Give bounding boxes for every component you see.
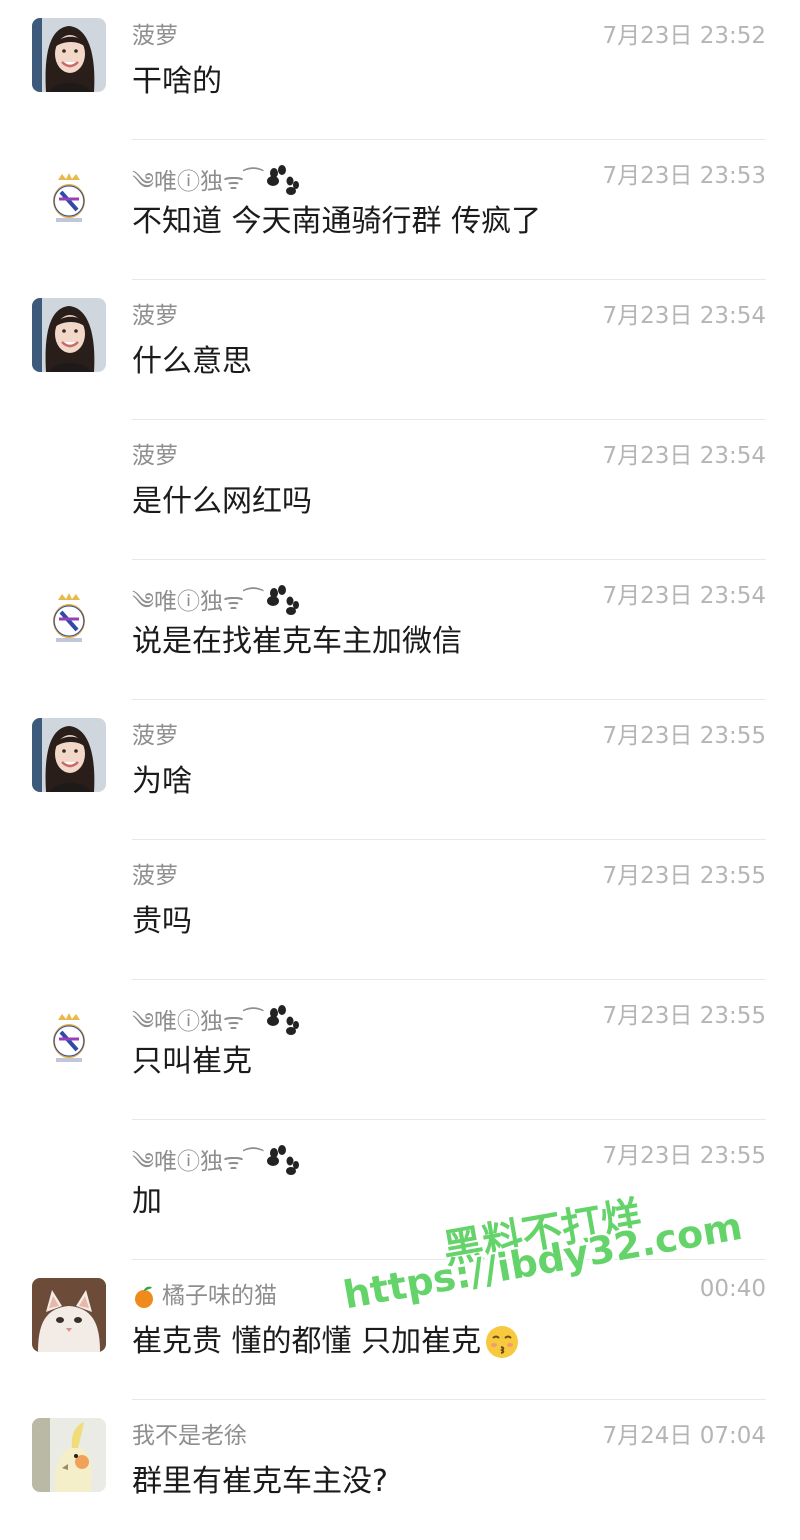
- sender-name-text: 菠萝: [132, 863, 178, 889]
- message-time: 7月23日 23:55: [602, 1143, 767, 1169]
- sender-name[interactable]: 菠萝: [132, 296, 178, 330]
- avatar[interactable]: [32, 1278, 106, 1352]
- message-text-content: 是什么网红吗: [132, 484, 312, 519]
- message-time: 7月23日 23:54: [602, 443, 767, 469]
- message-text-content: 不知道 今天南通骑行群 传疯了: [132, 204, 542, 239]
- message-text-content: 为啥: [132, 764, 192, 799]
- message-time: 7月23日 23:52: [602, 23, 767, 49]
- message-text: 什么意思: [132, 336, 252, 380]
- avatar[interactable]: [32, 18, 106, 92]
- avatar[interactable]: [32, 298, 106, 372]
- message-text-content: 干啥的: [132, 64, 222, 99]
- message-text-content: 群里有崔克车主没?: [132, 1464, 388, 1499]
- chat-message[interactable]: 菠萝 7月23日 23:55 贵吗: [0, 840, 800, 980]
- message-text: 是什么网红吗: [132, 476, 312, 520]
- message-text: 只叫崔克: [132, 1036, 252, 1080]
- message-text: 干啥的: [132, 56, 222, 100]
- chat-message[interactable]: 橘子味的猫 00:40 崔克贵 懂的都懂 只加崔克: [0, 1260, 800, 1400]
- sender-name[interactable]: 菠萝: [132, 16, 178, 50]
- message-time: 7月23日 23:55: [602, 1003, 767, 1029]
- message-time: 00:40: [699, 1276, 766, 1302]
- sender-name-text: ༄唯ⓘ独ᯤ⁀: [132, 589, 263, 615]
- sender-name-text: ༄唯ⓘ独ᯤ⁀: [132, 169, 263, 195]
- sender-name[interactable]: 我不是老徐: [132, 1416, 247, 1450]
- avatar[interactable]: [32, 1418, 106, 1492]
- message-text-content: 加: [132, 1184, 162, 1219]
- real-madrid-badge-icon[interactable]: [40, 170, 98, 228]
- chat-message[interactable]: 菠萝 7月23日 23:52 干啥的: [0, 0, 800, 140]
- sender-name[interactable]: 菠萝: [132, 856, 178, 890]
- kissing-face-emoji: [485, 1325, 519, 1367]
- real-madrid-badge-icon[interactable]: [40, 1010, 98, 1068]
- orange-icon: [132, 1285, 156, 1315]
- sender-name-text: 菠萝: [132, 23, 178, 49]
- chat-message[interactable]: ༄唯ⓘ独ᯤ⁀ 7月23日 23:55 只叫崔克: [0, 980, 800, 1120]
- message-text: 崔克贵 懂的都懂 只加崔克: [132, 1316, 519, 1367]
- chat-message[interactable]: 菠萝 7月23日 23:55 为啥: [0, 700, 800, 840]
- message-time: 7月23日 23:53: [602, 163, 767, 189]
- message-text: 群里有崔克车主没?: [132, 1456, 388, 1500]
- message-text-content: 崔克贵 懂的都懂 只加崔克: [132, 1324, 482, 1359]
- sender-name[interactable]: 菠萝: [132, 436, 178, 470]
- sender-name-text: 菠萝: [132, 443, 178, 469]
- message-text-content: 说是在找崔克车主加微信: [132, 624, 462, 659]
- real-madrid-badge-icon[interactable]: [40, 590, 98, 648]
- sender-name[interactable]: 橘子味的猫: [132, 1276, 277, 1315]
- sender-name-text: 菠萝: [132, 723, 178, 749]
- chat-message[interactable]: ༄唯ⓘ独ᯤ⁀ 7月23日 23:53 不知道 今天南通骑行群 传疯了: [0, 140, 800, 280]
- message-time: 7月23日 23:55: [602, 723, 767, 749]
- message-time: 7月24日 07:04: [602, 1423, 767, 1449]
- sender-name-text: 菠萝: [132, 303, 178, 329]
- sender-name-text: ༄唯ⓘ独ᯤ⁀: [132, 1009, 263, 1035]
- message-text: 说是在找崔克车主加微信: [132, 616, 462, 660]
- message-text-content: 贵吗: [132, 904, 192, 939]
- chat-message[interactable]: 菠萝 7月23日 23:54 什么意思: [0, 280, 800, 420]
- sender-name-text: ༄唯ⓘ独ᯤ⁀: [132, 1149, 263, 1175]
- message-text: 加: [132, 1176, 162, 1220]
- sender-name-text: 橘子味的猫: [162, 1283, 277, 1309]
- paw-icon: [266, 1145, 300, 1181]
- chat-message-list[interactable]: 菠萝 7月23日 23:52 干啥的 ༄唯ⓘ独ᯤ⁀ 7月23日 23:53 不知道 今…: [0, 0, 800, 1499]
- sender-name-text: 我不是老徐: [132, 1423, 247, 1449]
- paw-icon: [266, 1005, 300, 1041]
- message-time: 7月23日 23:54: [602, 303, 767, 329]
- chat-message[interactable]: 菠萝 7月23日 23:54 是什么网红吗: [0, 420, 800, 560]
- sender-name[interactable]: 菠萝: [132, 716, 178, 750]
- chat-message[interactable]: ༄唯ⓘ独ᯤ⁀ 7月23日 23:54 说是在找崔克车主加微信: [0, 560, 800, 700]
- chat-message[interactable]: ༄唯ⓘ独ᯤ⁀ 7月23日 23:55 加: [0, 1120, 800, 1260]
- message-text: 不知道 今天南通骑行群 传疯了: [132, 196, 541, 240]
- avatar[interactable]: [32, 718, 106, 792]
- message-text-content: 只叫崔克: [132, 1044, 252, 1079]
- message-text: 贵吗: [132, 896, 192, 940]
- chat-message[interactable]: 我不是老徐 7月24日 07:04 群里有崔克车主没?: [0, 1400, 800, 1540]
- message-text-content: 什么意思: [132, 344, 252, 379]
- message-text: 为啥: [132, 756, 192, 800]
- message-time: 7月23日 23:55: [602, 863, 767, 889]
- message-time: 7月23日 23:54: [602, 583, 767, 609]
